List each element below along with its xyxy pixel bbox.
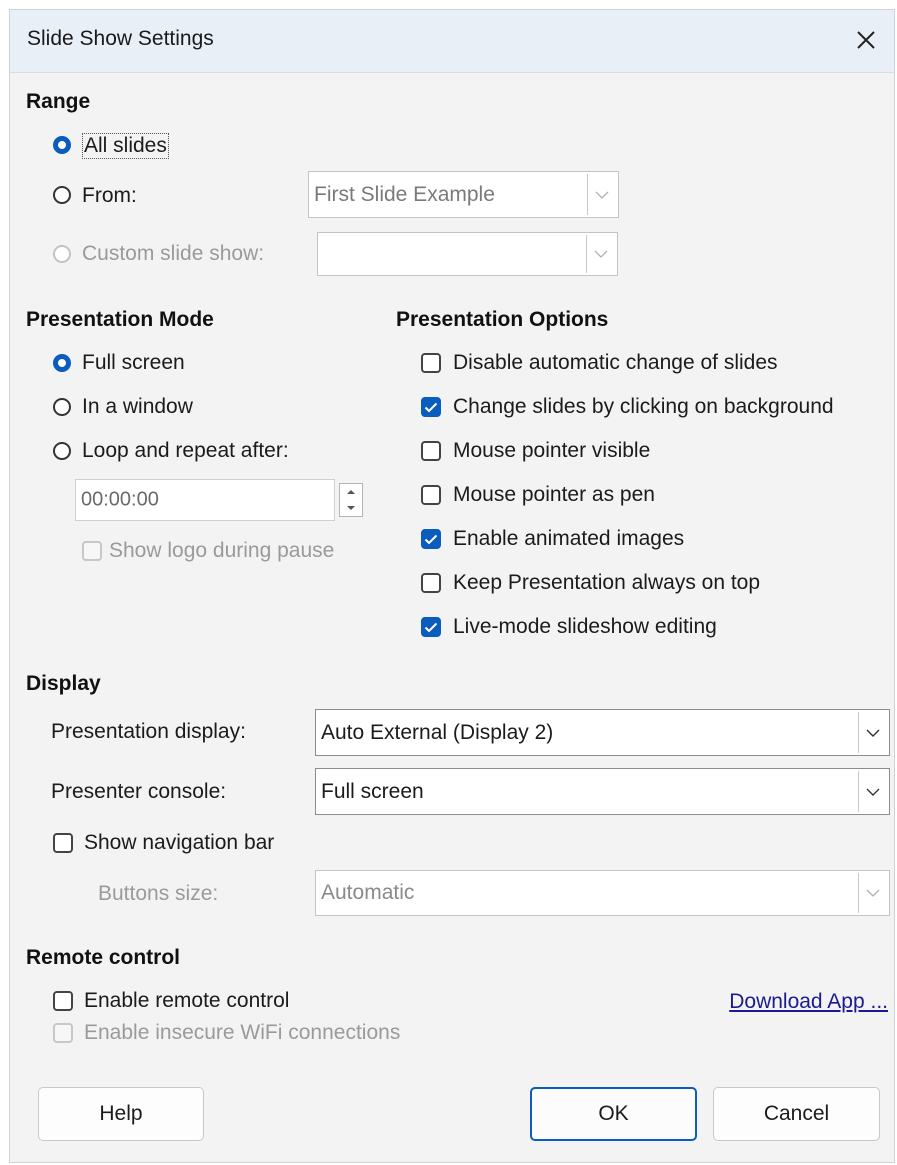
show-logo-label: Show logo during pause bbox=[109, 539, 335, 562]
spin-down-icon[interactable] bbox=[340, 500, 362, 516]
in-window-radio[interactable] bbox=[53, 398, 71, 416]
buttons-size-select[interactable]: Automatic bbox=[315, 870, 890, 916]
cancel-button[interactable]: Cancel bbox=[713, 1087, 880, 1141]
live-mode-editing-checkbox[interactable] bbox=[421, 617, 441, 637]
enable-remote-label[interactable]: Enable remote control bbox=[84, 989, 289, 1013]
presentation-mode-heading: Presentation Mode bbox=[26, 308, 214, 331]
presenter-console-label: Presenter console: bbox=[51, 780, 227, 803]
show-nav-bar-label[interactable]: Show navigation bar bbox=[84, 831, 274, 855]
show-nav-bar-checkbox[interactable] bbox=[53, 833, 73, 853]
checkmark-icon bbox=[424, 622, 438, 632]
custom-slide-show-label: Custom slide show: bbox=[82, 242, 265, 265]
show-logo-checkbox[interactable] bbox=[82, 541, 102, 561]
presentation-options-heading: Presentation Options bbox=[396, 308, 609, 331]
enable-animated-images-checkbox[interactable] bbox=[421, 529, 441, 549]
loop-time-stepper[interactable] bbox=[339, 483, 363, 517]
enable-animated-images-label[interactable]: Enable animated images bbox=[453, 527, 684, 551]
chevron-down-icon bbox=[586, 235, 615, 273]
loop-time-field[interactable]: 00:00:00 bbox=[75, 479, 335, 521]
enable-remote-checkbox[interactable] bbox=[53, 991, 73, 1011]
range-heading: Range bbox=[26, 90, 91, 113]
spin-up-icon[interactable] bbox=[340, 484, 362, 500]
mouse-pointer-pen-checkbox[interactable] bbox=[421, 485, 441, 505]
presenter-console-value: Full screen bbox=[321, 779, 424, 803]
custom-slide-show-select[interactable] bbox=[317, 232, 618, 276]
disable-auto-change-label[interactable]: Disable automatic change of slides bbox=[453, 351, 778, 375]
in-window-label[interactable]: In a window bbox=[82, 395, 193, 419]
full-screen-radio[interactable] bbox=[53, 354, 71, 372]
from-slide-value: First Slide Example bbox=[314, 182, 495, 206]
checkmark-icon bbox=[424, 402, 438, 412]
from-radio[interactable] bbox=[53, 186, 71, 204]
mouse-pointer-pen-label[interactable]: Mouse pointer as pen bbox=[453, 483, 655, 507]
remote-control-heading: Remote control bbox=[26, 946, 181, 969]
close-icon[interactable] bbox=[846, 20, 886, 60]
all-slides-label[interactable]: All slides bbox=[82, 133, 169, 159]
change-slides-click-label[interactable]: Change slides by clicking on background bbox=[453, 395, 834, 419]
enable-insecure-wifi-checkbox[interactable] bbox=[53, 1023, 73, 1043]
presentation-display-select[interactable]: Auto External (Display 2) bbox=[315, 709, 890, 756]
mouse-pointer-visible-label[interactable]: Mouse pointer visible bbox=[453, 439, 650, 463]
chevron-down-icon bbox=[858, 712, 887, 753]
help-button[interactable]: Help bbox=[38, 1087, 204, 1141]
live-mode-editing-label[interactable]: Live-mode slideshow editing bbox=[453, 615, 717, 639]
presentation-display-value: Auto External (Display 2) bbox=[321, 720, 554, 744]
mouse-pointer-visible-checkbox[interactable] bbox=[421, 441, 441, 461]
from-label[interactable]: From: bbox=[82, 184, 137, 208]
download-app-link[interactable]: Download App ... bbox=[729, 990, 888, 1014]
from-slide-select[interactable]: First Slide Example bbox=[308, 171, 619, 218]
full-screen-label[interactable]: Full screen bbox=[82, 351, 185, 375]
keep-on-top-label[interactable]: Keep Presentation always on top bbox=[453, 571, 760, 595]
disable-auto-change-checkbox[interactable] bbox=[421, 353, 441, 373]
loop-repeat-radio[interactable] bbox=[53, 442, 71, 460]
change-slides-click-checkbox[interactable] bbox=[421, 397, 441, 417]
chevron-down-icon bbox=[858, 771, 887, 812]
all-slides-radio[interactable] bbox=[53, 136, 71, 154]
presenter-console-select[interactable]: Full screen bbox=[315, 768, 890, 815]
slide-show-settings-dialog: Slide Show Settings Range All slides Fro… bbox=[9, 9, 895, 1163]
chevron-down-icon bbox=[858, 873, 887, 913]
ok-button[interactable]: OK bbox=[530, 1087, 697, 1141]
buttons-size-label: Buttons size: bbox=[98, 882, 219, 905]
buttons-size-value: Automatic bbox=[321, 881, 415, 904]
chevron-down-icon bbox=[587, 174, 616, 215]
presentation-display-label: Presentation display: bbox=[51, 720, 246, 743]
display-heading: Display bbox=[26, 672, 101, 695]
loop-repeat-label[interactable]: Loop and repeat after: bbox=[82, 439, 289, 463]
enable-insecure-wifi-label: Enable insecure WiFi connections bbox=[84, 1021, 401, 1044]
loop-time-value: 00:00:00 bbox=[81, 488, 159, 511]
keep-on-top-checkbox[interactable] bbox=[421, 573, 441, 593]
window-title: Slide Show Settings bbox=[27, 27, 214, 50]
checkmark-icon bbox=[424, 534, 438, 544]
custom-slide-show-radio[interactable] bbox=[53, 245, 71, 263]
title-bar: Slide Show Settings bbox=[10, 10, 894, 73]
